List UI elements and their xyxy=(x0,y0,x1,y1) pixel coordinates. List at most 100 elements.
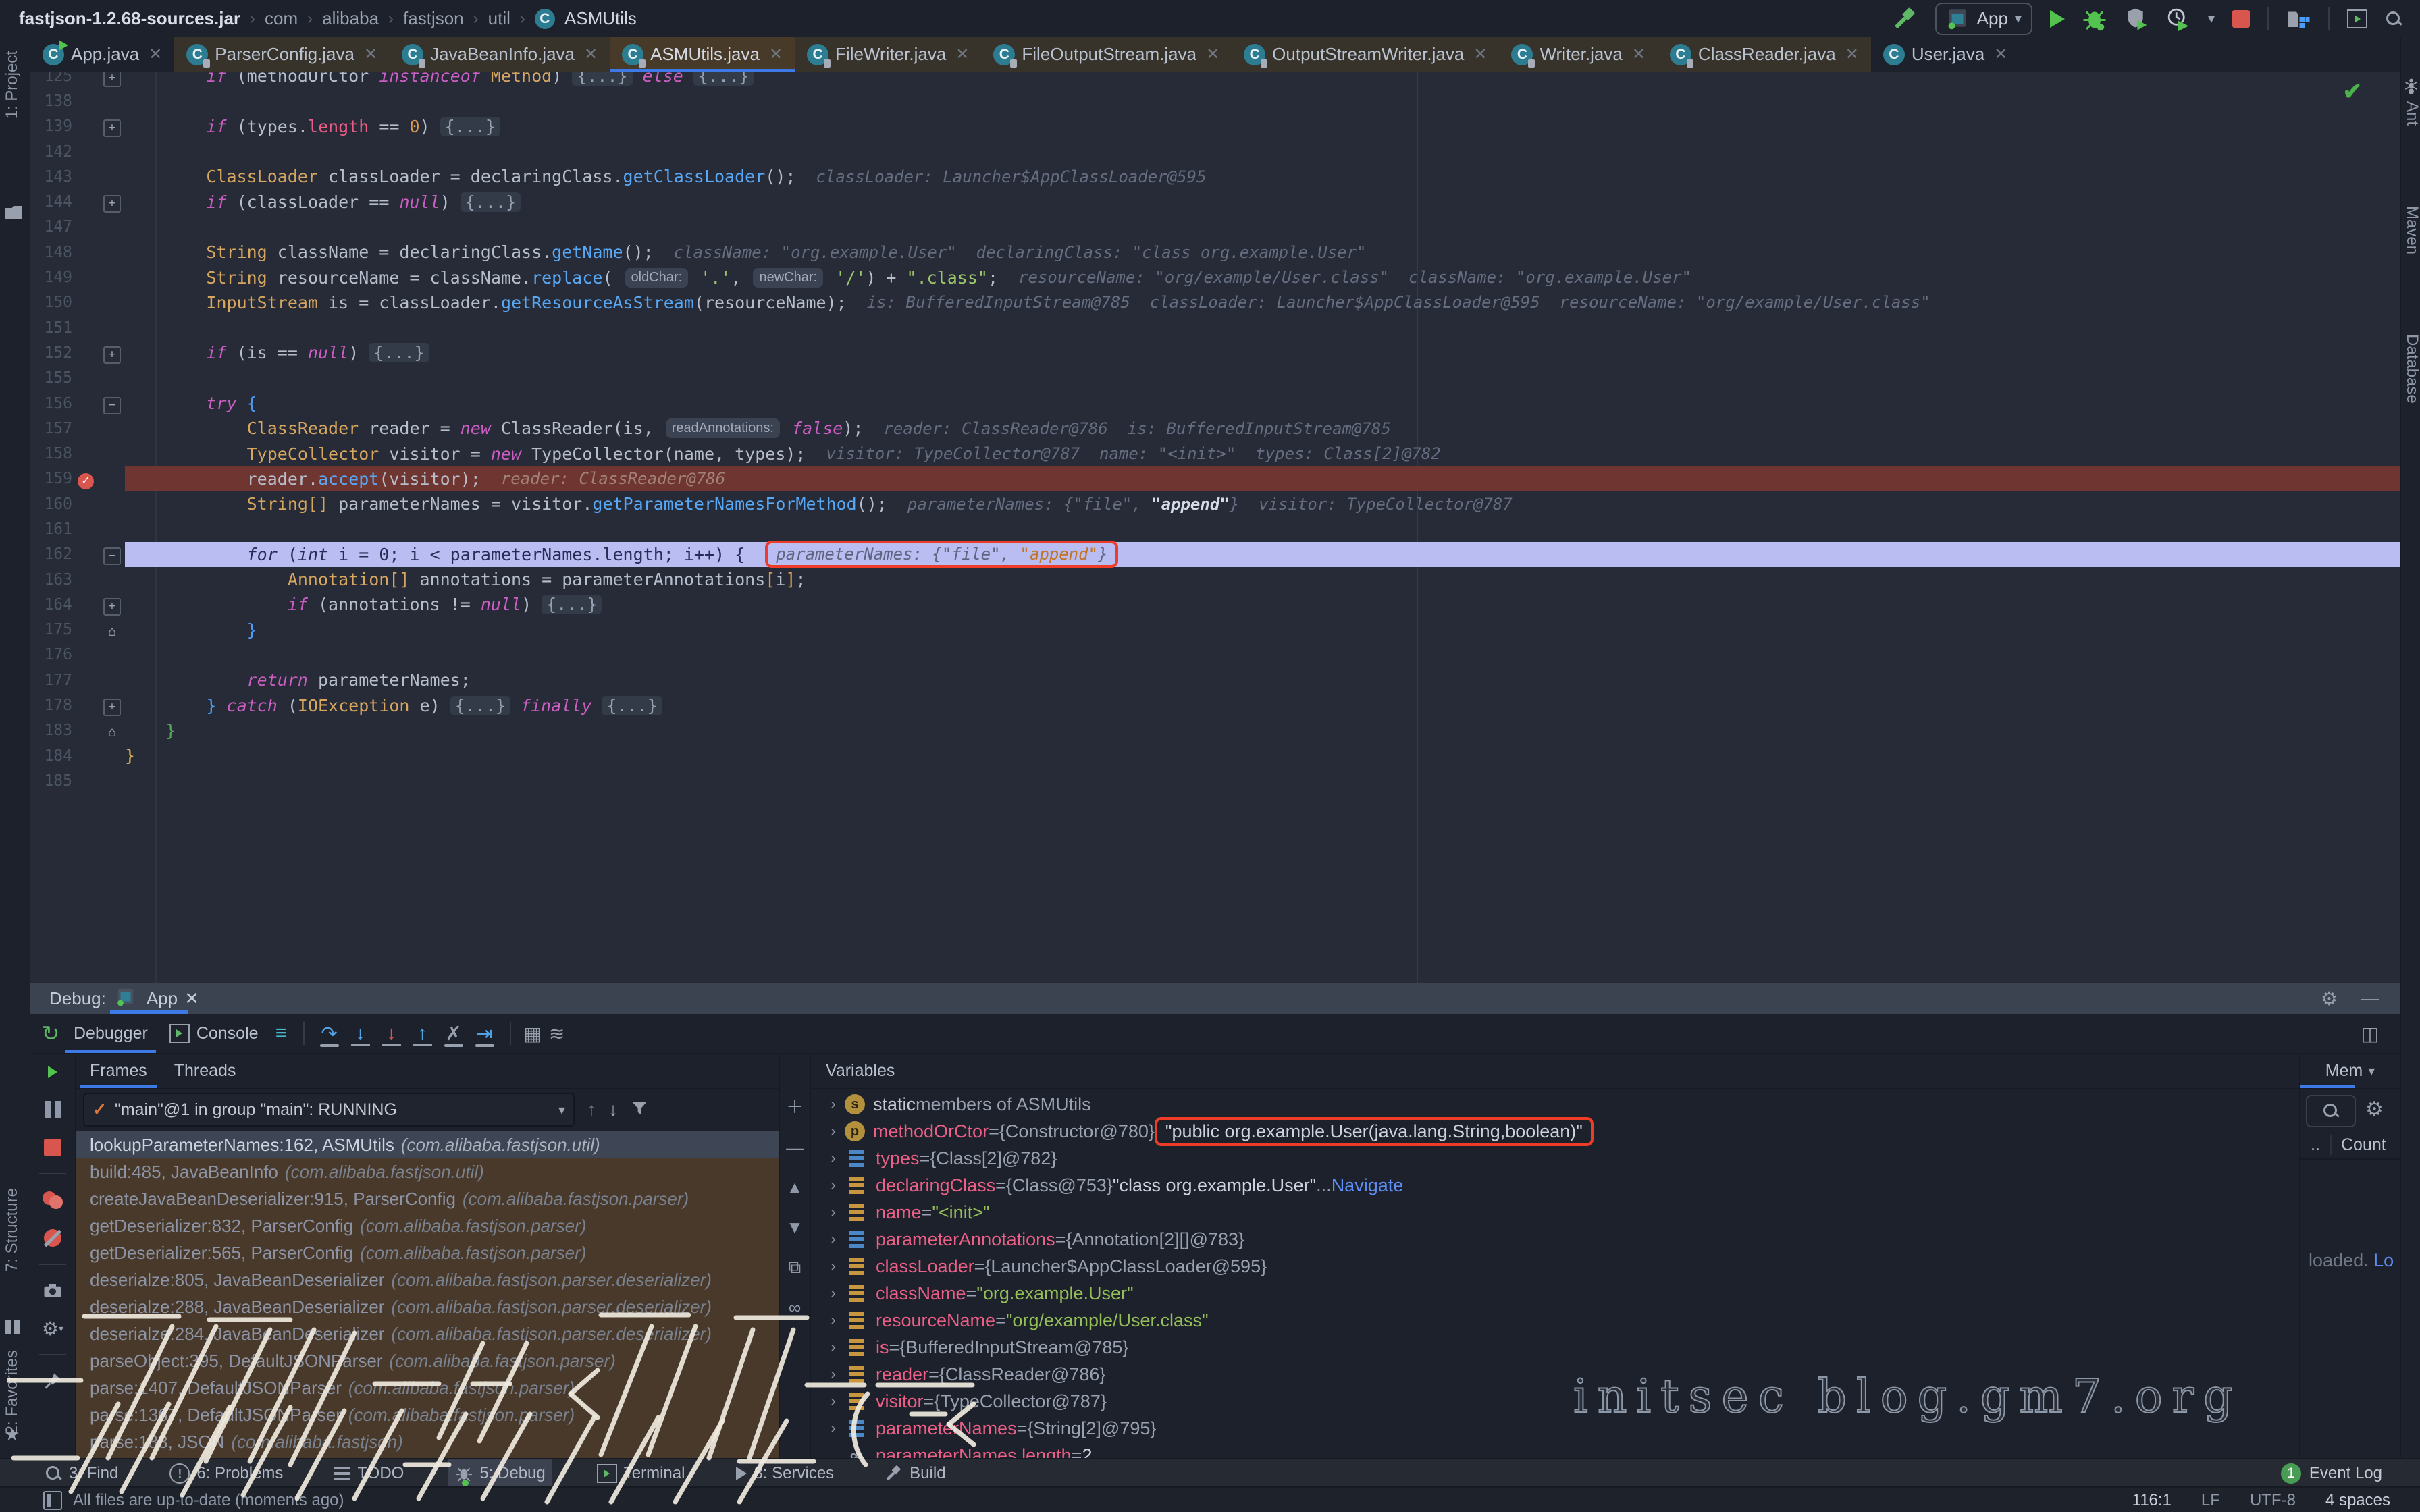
line-number[interactable]: 143 xyxy=(30,168,72,186)
debug-button[interactable] xyxy=(2082,7,2107,31)
line-number[interactable]: 183 xyxy=(30,722,72,739)
variable-row[interactable]: ›types = {Class[2]@782} xyxy=(811,1145,2299,1172)
code-line[interactable]: 139+ if (types.length == 0) {...} xyxy=(30,114,2400,139)
line-number[interactable]: 159 xyxy=(30,470,72,487)
code-text[interactable]: for (int i = 0; i < parameterNames.lengt… xyxy=(125,542,2400,567)
code-text[interactable] xyxy=(125,315,2400,340)
sidebar-item-structure[interactable]: 7: Structure xyxy=(3,1188,22,1272)
code-line[interactable]: 177 return parameterNames; xyxy=(30,668,2400,693)
chevron-right-icon[interactable]: › xyxy=(822,1095,845,1114)
breadcrumb-segment[interactable]: alibaba xyxy=(322,8,379,29)
code-text[interactable] xyxy=(125,643,2400,668)
fold-toggle-icon[interactable]: + xyxy=(103,72,121,87)
memory-search[interactable] xyxy=(2306,1095,2356,1127)
line-number[interactable]: 176 xyxy=(30,646,72,664)
close-icon[interactable]: ✕ xyxy=(1473,45,1487,64)
show-watches-icon[interactable]: ∞ xyxy=(789,1297,801,1318)
breadcrumb-segment[interactable]: util xyxy=(488,8,510,29)
line-number[interactable]: 125 xyxy=(30,72,72,85)
tab-threads[interactable]: Threads xyxy=(161,1053,250,1088)
line-number[interactable]: 156 xyxy=(30,395,72,412)
memory-col-diff[interactable]: .. xyxy=(2300,1135,2332,1155)
navigate-link[interactable]: Navigate xyxy=(1332,1175,1404,1196)
toolwindow-button-build[interactable]: Build xyxy=(878,1459,952,1488)
breadcrumb-segment[interactable]: fastjson xyxy=(403,8,464,29)
layout-options-icon[interactable]: ≡ xyxy=(269,1021,294,1046)
code-text[interactable]: String className = declaringClass.getNam… xyxy=(125,240,2400,265)
code-text[interactable]: if (is == null) {...} xyxy=(125,340,2400,365)
add-watch-icon[interactable]: ＋ xyxy=(786,1094,804,1118)
editor-tab[interactable]: COutputStreamWriter.java✕ xyxy=(1232,37,1499,72)
move-up-icon[interactable]: ▲ xyxy=(786,1177,804,1198)
code-text[interactable] xyxy=(125,516,2400,541)
line-number[interactable]: 151 xyxy=(30,319,72,337)
code-line[interactable]: 161 xyxy=(30,516,2400,541)
stack-frame-row[interactable]: deserialze:805, JavaBeanDeserializer(com… xyxy=(76,1266,779,1293)
code-line[interactable]: 178+ } catch (IOException e) {...} final… xyxy=(30,693,2400,718)
editor-tab[interactable]: CUser.java✕ xyxy=(1871,37,2020,72)
editor-tab[interactable]: CJavaBeanInfo.java✕ xyxy=(390,37,610,72)
fold-toggle-icon[interactable]: + xyxy=(103,699,121,716)
variable-row[interactable]: ∞parameterNames.length = 2 xyxy=(811,1442,2299,1458)
line-number[interactable]: 162 xyxy=(30,545,72,563)
code-line[interactable]: 144+ if (classLoader == null) {...} xyxy=(30,189,2400,214)
code-text[interactable]: ClassReader reader = new ClassReader(is,… xyxy=(125,416,2400,441)
code-text[interactable]: Annotation[] annotations = parameterAnno… xyxy=(125,567,2400,592)
fold-marker[interactable]: − xyxy=(99,543,125,565)
toolwindow-button-todo[interactable]: TODO xyxy=(327,1459,411,1488)
duplicate-icon[interactable]: ⧉ xyxy=(789,1257,801,1278)
memory-settings-gear-icon[interactable]: ⚙ xyxy=(2365,1098,2384,1121)
code-line[interactable]: 152+ if (is == null) {...} xyxy=(30,340,2400,365)
sidebar-item-project[interactable]: 1: Project xyxy=(3,51,22,119)
close-icon[interactable]: ✕ xyxy=(955,45,969,64)
variable-row[interactable]: ›parameterAnnotations = {Annotation[2][]… xyxy=(811,1226,2299,1253)
code-text[interactable]: InputStream is = classLoader.getResource… xyxy=(125,290,2400,315)
pause-icon[interactable] xyxy=(41,1098,65,1122)
code-text[interactable] xyxy=(125,215,2400,240)
fold-toggle-icon[interactable]: + xyxy=(103,195,121,213)
line-number[interactable]: 147 xyxy=(30,218,72,236)
thread-selector[interactable]: ✓ "main"@1 in group "main": RUNNING ▾ xyxy=(83,1093,575,1127)
code-text[interactable]: } xyxy=(125,718,2400,743)
chevron-right-icon[interactable]: › xyxy=(822,1365,845,1384)
code-line[interactable]: 151 xyxy=(30,315,2400,340)
close-icon[interactable]: ✕ xyxy=(1994,45,2007,64)
code-editor[interactable]: 125+ if (methodOrCtor instanceof Method)… xyxy=(30,72,2400,983)
restore-layout-icon[interactable]: ◫ xyxy=(2358,1021,2382,1046)
code-line[interactable]: 148 String className = declaringClass.ge… xyxy=(30,240,2400,265)
tab-frames[interactable]: Frames xyxy=(76,1053,161,1088)
close-icon[interactable]: ✕ xyxy=(1845,45,1859,64)
chevron-right-icon[interactable]: › xyxy=(822,1338,845,1357)
line-number[interactable]: 148 xyxy=(30,244,72,261)
tab-console[interactable]: Console xyxy=(159,1014,269,1053)
variable-row[interactable]: ›className = "org.example.User" xyxy=(811,1280,2299,1307)
variable-row[interactable]: ›declaringClass = {Class@753} "class org… xyxy=(811,1172,2299,1199)
fold-marker[interactable]: + xyxy=(99,342,125,364)
code-text[interactable]: String resourceName = className.replace(… xyxy=(125,265,2400,290)
project-structure-icon[interactable] xyxy=(2286,7,2311,31)
close-icon[interactable]: ✕ xyxy=(1206,45,1219,64)
code-line[interactable]: 159✓ reader.accept(visitor);reader: Clas… xyxy=(30,466,2400,491)
remove-watch-icon[interactable]: — xyxy=(786,1137,804,1158)
line-number[interactable]: 160 xyxy=(30,495,72,513)
fold-marker[interactable]: ⌂ xyxy=(99,721,125,740)
editor-tab[interactable]: CFileWriter.java✕ xyxy=(795,37,981,72)
step-over-icon[interactable]: ↷ xyxy=(314,1022,345,1046)
code-line[interactable]: 150 InputStream is = classLoader.getReso… xyxy=(30,290,2400,315)
code-line[interactable]: 155 xyxy=(30,366,2400,391)
line-number[interactable]: 157 xyxy=(30,420,72,437)
line-number[interactable]: 155 xyxy=(30,369,72,387)
code-text[interactable]: if (annotations != null) {...} xyxy=(125,592,2400,617)
evaluate-expression-icon[interactable]: ▦ xyxy=(521,1021,545,1046)
debug-session-tab[interactable]: App ✕ xyxy=(106,983,209,1014)
code-line[interactable]: 143 ClassLoader classLoader = declaringC… xyxy=(30,164,2400,189)
build-hammer-icon[interactable] xyxy=(1893,7,1918,31)
breadcrumb-class[interactable]: ASMUtils xyxy=(564,8,637,29)
caret-position[interactable]: 116:1 xyxy=(2132,1491,2172,1510)
editor-tab[interactable]: CClassReader.java✕ xyxy=(1658,37,1871,72)
fold-toggle-icon[interactable]: − xyxy=(103,397,121,414)
coverage-button[interactable] xyxy=(2124,7,2149,31)
fold-marker[interactable]: + xyxy=(99,191,125,213)
line-number[interactable]: 149 xyxy=(30,269,72,286)
variable-row[interactable]: ›reader = {ClassReader@786} xyxy=(811,1361,2299,1388)
